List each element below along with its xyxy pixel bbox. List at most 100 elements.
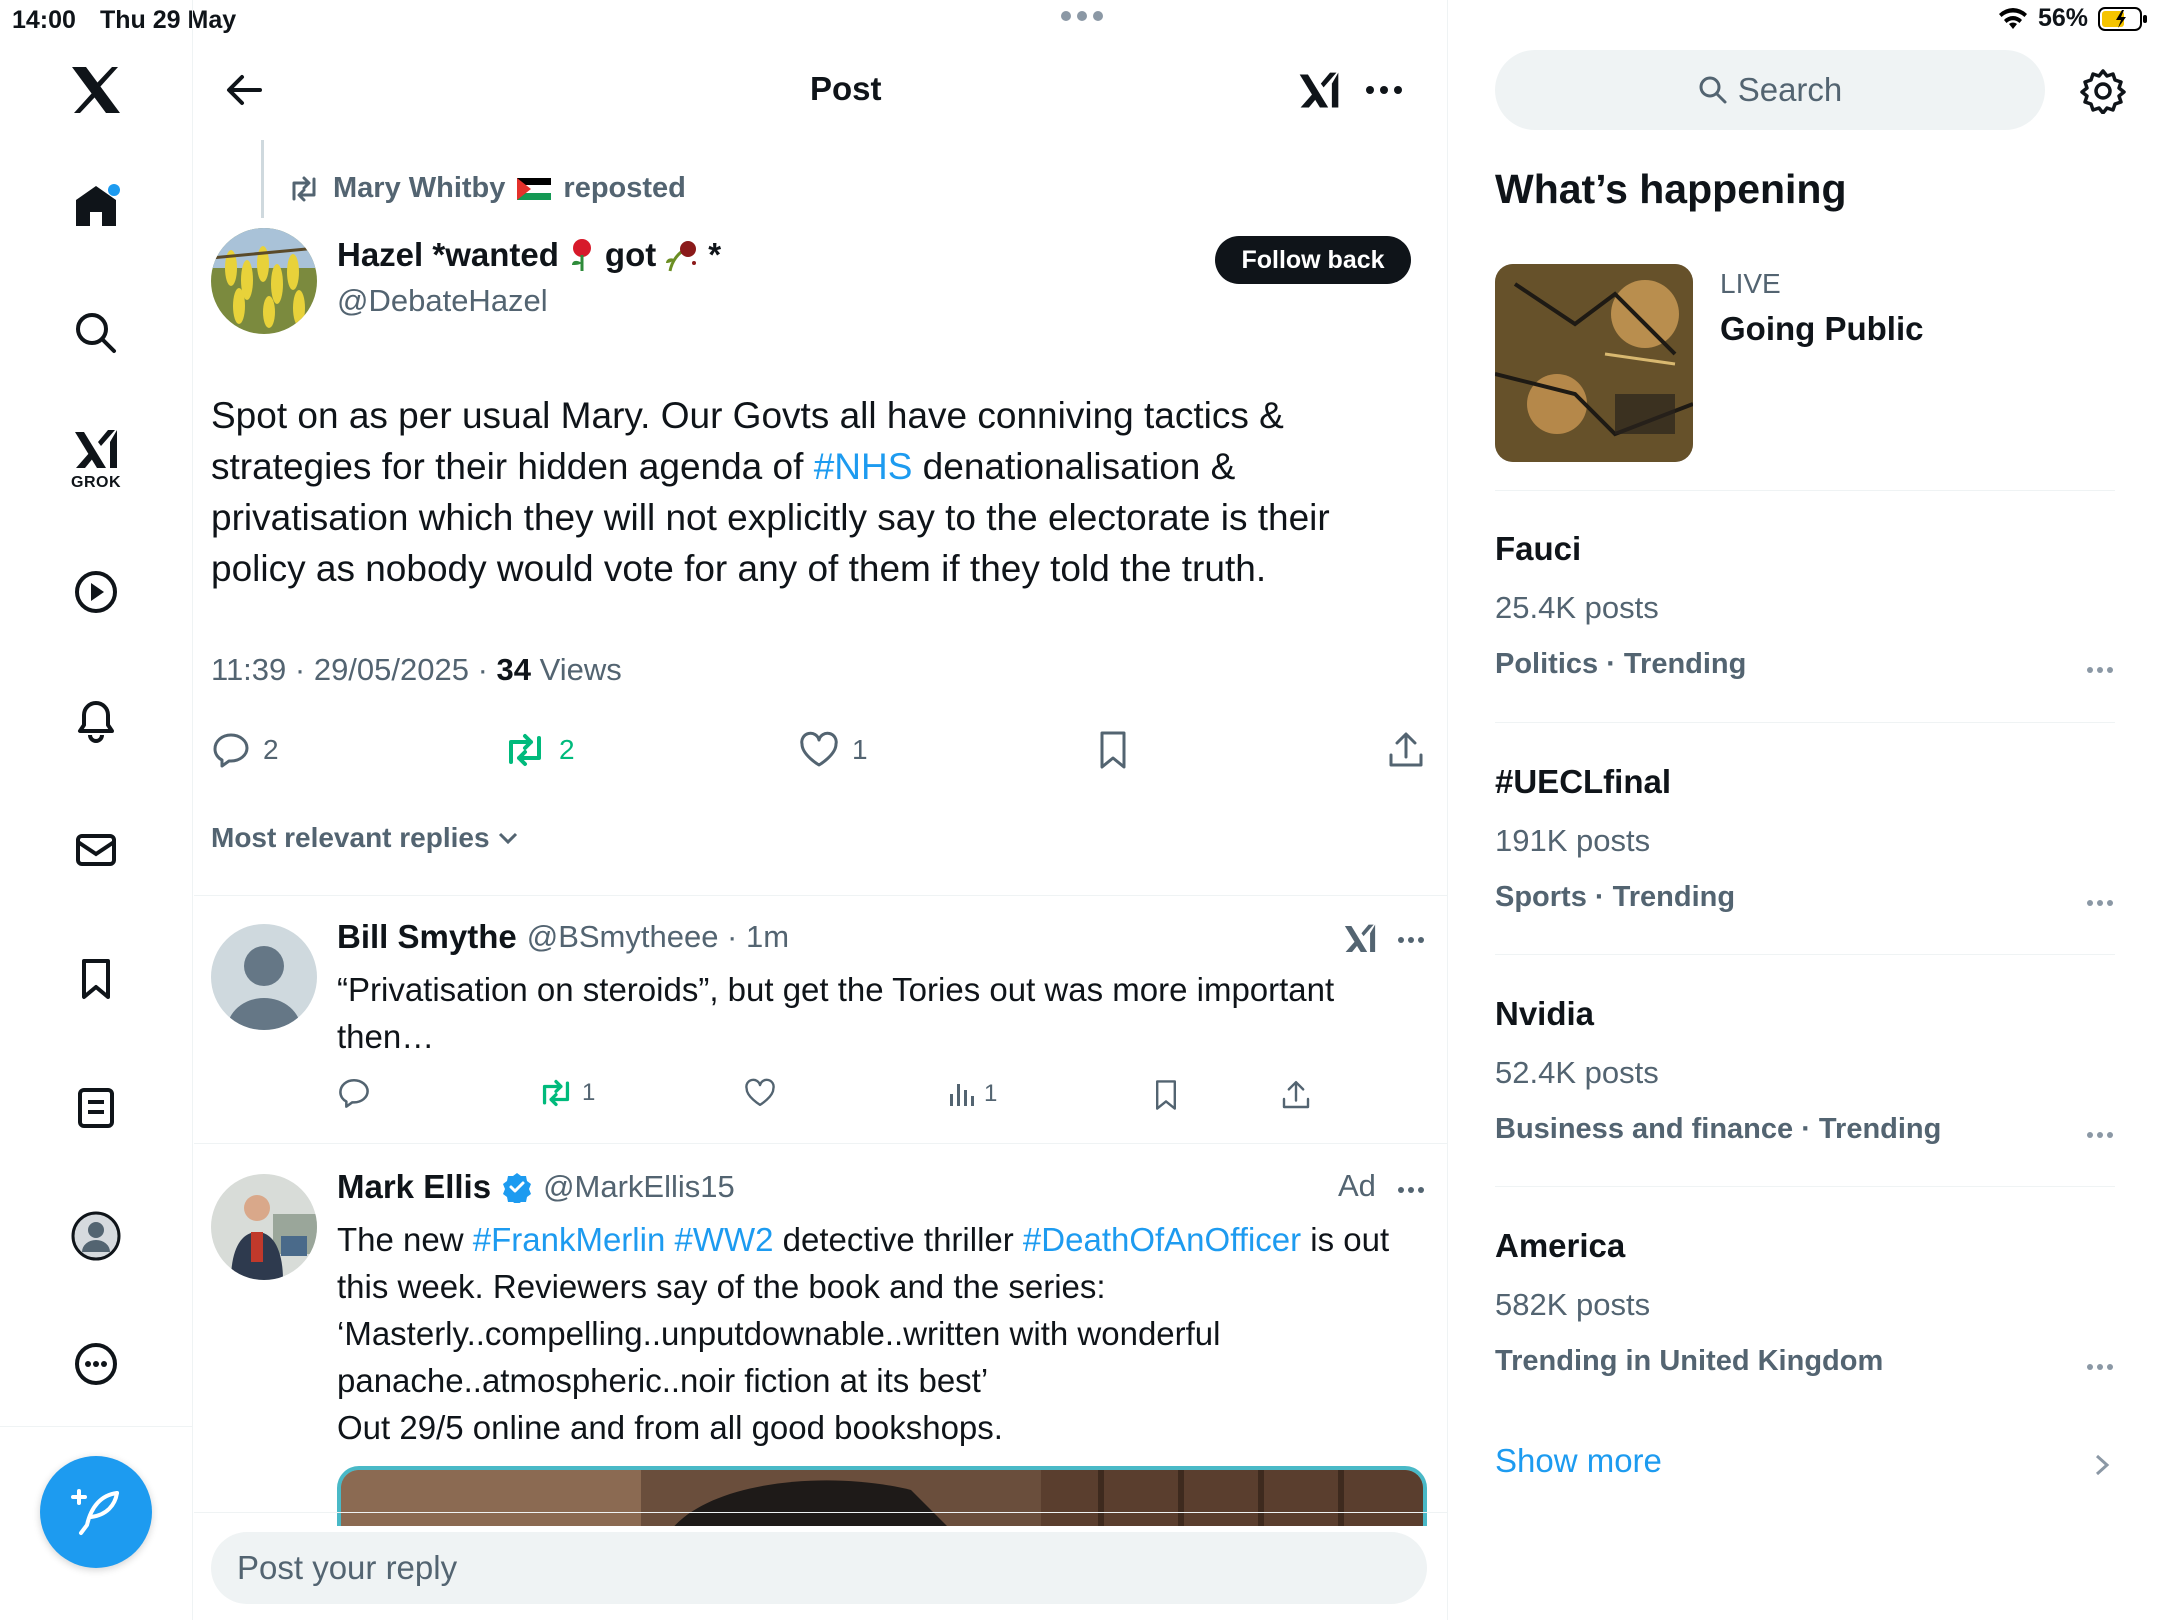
trend-item[interactable]: Nvidia 52.4K posts Business and finance …: [1495, 995, 2115, 1146]
grok-label: GROK: [71, 474, 121, 491]
divider: [194, 895, 1448, 896]
grok-icon[interactable]: GROK: [60, 424, 132, 496]
reply-reply-action[interactable]: [337, 1076, 371, 1110]
reply-author-handle[interactable]: @BSmytheee · 1m: [527, 919, 789, 955]
trend-more-icon[interactable]: [2085, 1130, 2115, 1140]
left-nav: GROK: [0, 0, 193, 1620]
bookmark-action[interactable]: [1093, 728, 1133, 772]
mail-icon[interactable]: [60, 814, 132, 886]
lists-icon[interactable]: [60, 1072, 132, 1144]
repost-by-name[interactable]: Mary Whitby: [333, 172, 505, 205]
nav-divider: [0, 1426, 193, 1427]
trend-item[interactable]: America 582K posts Trending in United Ki…: [1495, 1227, 2115, 1378]
back-arrow-icon[interactable]: [222, 68, 266, 112]
ad-author-avatar[interactable]: [211, 1174, 317, 1280]
repost-icon: [287, 175, 321, 203]
post-meta: 11:39 · 29/05/2025 · 34 Views: [211, 652, 622, 688]
reply-like-action[interactable]: [743, 1078, 777, 1108]
reply-bookmark-action[interactable]: [1150, 1078, 1182, 1112]
post-timestamp[interactable]: 11:39 · 29/05/2025 ·: [211, 652, 497, 687]
compose-button[interactable]: [40, 1456, 152, 1568]
reply-share-action[interactable]: [1280, 1078, 1312, 1112]
ad-media-image[interactable]: [337, 1466, 1427, 1526]
ad-text-a: The new: [337, 1221, 473, 1258]
heart-small-icon: [743, 1078, 777, 1108]
follow-back-button[interactable]: Follow back: [1215, 236, 1411, 284]
search-placeholder: Search: [1737, 71, 1843, 108]
bell-icon[interactable]: [60, 685, 132, 757]
share-small-icon: [1280, 1078, 1312, 1112]
author-name[interactable]: Hazel *wanted got *: [337, 236, 721, 274]
nhs-hashtag-link[interactable]: #NHS: [814, 446, 913, 487]
reply-action[interactable]: 2: [211, 728, 279, 772]
trend-more-icon[interactable]: [2085, 1362, 2115, 1372]
reply-more-icon[interactable]: [1396, 935, 1426, 945]
reply-icon: [211, 730, 251, 770]
trend-category: Sports · Trending: [1495, 881, 1736, 913]
divider: [1495, 954, 2115, 955]
share-action[interactable]: [1386, 728, 1426, 772]
settings-gear-icon[interactable]: [2080, 68, 2126, 114]
divider: [194, 1143, 1448, 1144]
frankmerlin-hashtag-link[interactable]: #FrankMerlin: [473, 1221, 666, 1258]
share-icon: [1386, 729, 1426, 771]
reply-input[interactable]: Post your reply: [211, 1532, 1427, 1604]
bookmark-small-icon: [1150, 1078, 1182, 1112]
repost-context: Mary Whitby reposted: [287, 172, 686, 205]
battery-icon: [2098, 6, 2148, 32]
ad-author-handle[interactable]: @MarkEllis15: [543, 1169, 735, 1205]
repost-green-icon: [503, 732, 547, 768]
trend-name: #UECLfinal: [1495, 763, 1672, 800]
ad-text: The new #FrankMerlin #WW2 detective thri…: [337, 1216, 1427, 1451]
search-bar[interactable]: Search: [1495, 50, 2045, 130]
reply-header: Bill Smythe @BSmytheee · 1m: [337, 918, 789, 956]
analytics-icon: [948, 1080, 976, 1108]
ad-more-icon[interactable]: [1396, 1185, 1426, 1195]
live-event-thumbnail[interactable]: [1495, 264, 1693, 462]
divider: [194, 1512, 1448, 1513]
more-icon[interactable]: [60, 1328, 132, 1400]
like-action[interactable]: 1: [798, 728, 868, 772]
bookmark-icon[interactable]: [60, 943, 132, 1015]
reply-avatar[interactable]: [211, 924, 317, 1030]
x-logo-icon[interactable]: [60, 54, 132, 126]
trend-category: Politics · Trending: [1495, 648, 1747, 680]
reply-count: 2: [263, 734, 279, 765]
rose-emoji-icon: [567, 237, 597, 273]
chevron-right-icon[interactable]: [2092, 1452, 2112, 1478]
divider: [1495, 1186, 2115, 1187]
compose-quill-icon: [71, 1489, 119, 1535]
page-title: Post: [810, 70, 882, 107]
trend-name: Nvidia: [1495, 995, 1595, 1032]
home-icon[interactable]: [60, 168, 132, 240]
reply-views-action[interactable]: 1: [948, 1080, 997, 1108]
profile-icon[interactable]: [60, 1200, 132, 1272]
search-icon[interactable]: [60, 297, 132, 369]
video-icon[interactable]: [60, 556, 132, 628]
like-count: 1: [852, 734, 868, 765]
deathofanofficer-hashtag-link[interactable]: #DeathOfAnOfficer: [1023, 1221, 1301, 1258]
trend-more-icon[interactable]: [2085, 898, 2115, 908]
grok-reply-icon[interactable]: [1342, 922, 1378, 956]
ad-text-b: detective thriller: [773, 1221, 1023, 1258]
show-more-link[interactable]: Show more: [1495, 1442, 1662, 1480]
whats-happening-title: What’s happening: [1495, 166, 1847, 212]
more-options-icon[interactable]: [1364, 84, 1404, 96]
replies-sort-dropdown[interactable]: Most relevant replies: [211, 822, 520, 854]
ad-author-name[interactable]: Mark Ellis: [337, 1168, 491, 1206]
trend-more-icon[interactable]: [2085, 665, 2115, 675]
trend-item[interactable]: Fauci 25.4K posts Politics · Trending: [1495, 530, 2115, 681]
ww2-hashtag-link[interactable]: #WW2: [674, 1221, 773, 1258]
author-avatar[interactable]: [211, 228, 317, 334]
reply-repost-action[interactable]: 1: [538, 1078, 595, 1108]
chevron-down-icon: [496, 828, 520, 848]
views-label: Views: [531, 652, 622, 687]
repost-action[interactable]: 2: [503, 728, 575, 772]
live-event-title[interactable]: Going Public: [1720, 310, 1924, 348]
grok-post-icon[interactable]: [1296, 68, 1342, 114]
author-handle[interactable]: @DebateHazel: [337, 283, 548, 319]
wilted-rose-emoji-icon: [664, 237, 700, 273]
post-text: Spot on as per usual Mary. Our Govts all…: [211, 390, 1411, 594]
trend-item[interactable]: #UECLfinal 191K posts Sports · Trending: [1495, 763, 2115, 914]
reply-author-name[interactable]: Bill Smythe: [337, 918, 517, 956]
